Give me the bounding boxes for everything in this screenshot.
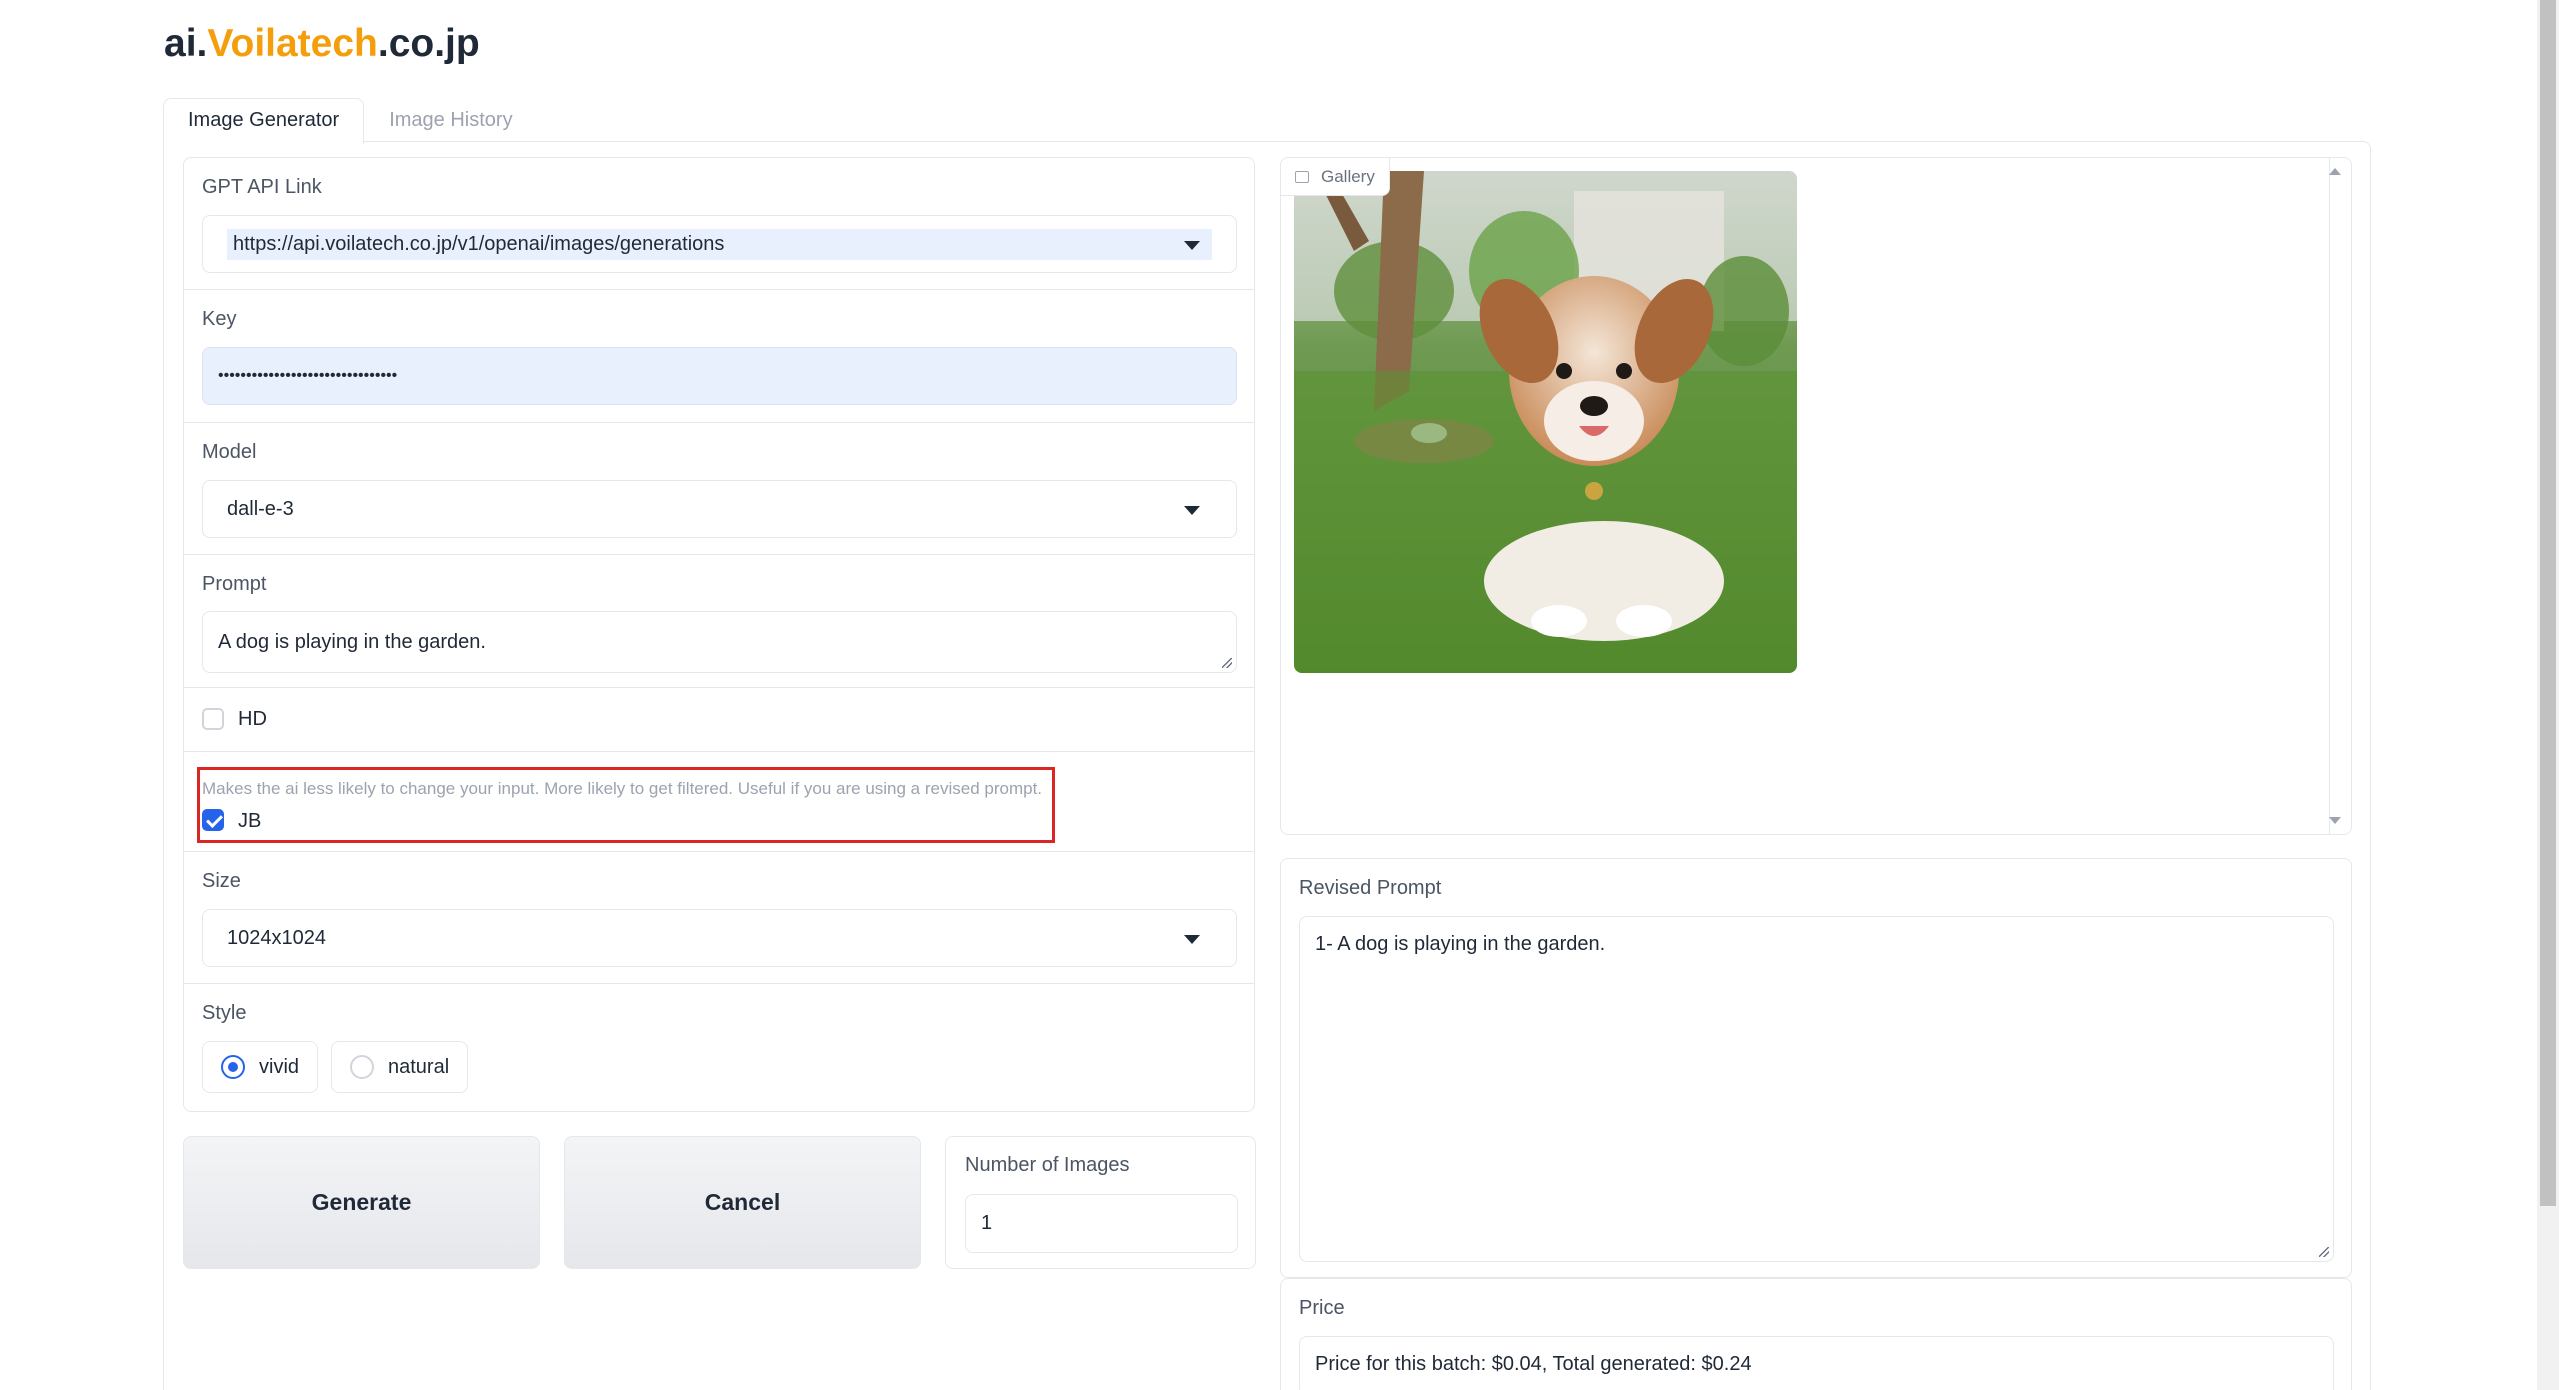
size-block: Size 1024x1024 — [184, 852, 1254, 984]
page-scrollbar[interactable] — [2537, 0, 2559, 1390]
logo-prefix: ai. — [164, 22, 208, 65]
hd-label: HD — [238, 708, 267, 730]
style-label: Style — [202, 1002, 247, 1024]
scroll-up-icon[interactable] — [2329, 168, 2341, 175]
api-link-value-wrap: https://api.voilatech.co.jp/v1/openai/im… — [227, 228, 1212, 260]
resize-grip-icon[interactable] — [1222, 658, 1232, 668]
tab-image-generator[interactable]: Image Generator — [163, 98, 365, 144]
size-value: 1024x1024 — [227, 926, 326, 949]
image-icon — [1295, 170, 1309, 183]
chevron-down-icon — [1184, 506, 1200, 515]
jb-highlight-box — [197, 767, 1055, 843]
price-textarea[interactable]: Price for this batch: $0.04, Total gener… — [1299, 1336, 2334, 1390]
api-link-label: GPT API Link — [202, 176, 322, 198]
prompt-value: A dog is playing in the garden. — [218, 630, 486, 653]
api-link-value: https://api.voilatech.co.jp/v1/openai/im… — [233, 232, 725, 255]
style-radio-natural[interactable]: natural — [331, 1041, 469, 1093]
model-block: Model dall-e-3 — [184, 423, 1254, 555]
tab-bar: Image Generator Image History — [163, 98, 538, 144]
prompt-block: Prompt A dog is playing in the garden. — [184, 555, 1254, 688]
api-link-select[interactable]: https://api.voilatech.co.jp/v1/openai/im… — [202, 215, 1237, 273]
style-option-label: natural — [388, 1055, 450, 1078]
model-value: dall-e-3 — [227, 497, 294, 520]
prompt-textarea[interactable]: A dog is playing in the garden. — [202, 611, 1237, 673]
key-label: Key — [202, 308, 237, 330]
logo-brand: Voilatech — [207, 22, 378, 65]
num-images-label: Number of Images — [965, 1154, 1130, 1176]
style-block: Style vivid natural — [184, 984, 1254, 1113]
prompt-label: Prompt — [202, 573, 267, 595]
num-images-input[interactable]: 1 — [965, 1194, 1238, 1253]
chevron-down-icon — [1184, 935, 1200, 944]
hd-block: HD — [184, 688, 1254, 752]
gallery-label: Gallery — [1321, 166, 1375, 186]
style-radio-vivid[interactable]: vivid — [202, 1041, 319, 1093]
generate-button[interactable]: Generate — [183, 1136, 540, 1269]
radio-unselected-icon — [350, 1055, 374, 1079]
radio-selected-icon — [221, 1055, 245, 1079]
tab-image-history[interactable]: Image History — [364, 98, 537, 144]
api-link-block: GPT API Link https://api.voilatech.co.jp… — [184, 158, 1254, 290]
revised-prompt-value: 1- A dog is playing in the garden. — [1315, 933, 1606, 955]
num-images-block: Number of Images 1 — [945, 1136, 1256, 1269]
site-logo: ai.Voilatech.co.jp — [164, 22, 480, 66]
model-label: Model — [202, 441, 257, 463]
app-page: ai.Voilatech.co.jp Image Generator Image… — [0, 0, 2559, 1390]
key-input[interactable]: •••••••••••••••••••••••••••••••• — [202, 347, 1237, 405]
resize-grip-icon[interactable] — [2319, 1247, 2329, 1257]
gallery-panel: Gallery — [1280, 157, 2352, 835]
hd-checkbox[interactable] — [202, 708, 224, 730]
size-select[interactable]: 1024x1024 — [202, 909, 1237, 967]
style-option-label: vivid — [259, 1055, 300, 1078]
logo-suffix: .co.jp — [377, 22, 480, 65]
gallery-image[interactable] — [1294, 171, 1797, 673]
revised-prompt-label: Revised Prompt — [1299, 877, 1442, 899]
puppy-image — [1294, 171, 1797, 673]
cancel-button[interactable]: Cancel — [564, 1136, 921, 1269]
size-label: Size — [202, 870, 241, 892]
model-select[interactable]: dall-e-3 — [202, 480, 1237, 538]
page-scrollbar-thumb[interactable] — [2540, 0, 2556, 1206]
settings-panel: GPT API Link https://api.voilatech.co.jp… — [183, 157, 1255, 1112]
chevron-down-icon — [1184, 241, 1200, 250]
gallery-tag: Gallery — [1281, 158, 1390, 196]
price-value: Price for this batch: $0.04, Total gener… — [1315, 1353, 1752, 1375]
price-block: Price Price for this batch: $0.04, Total… — [1280, 1278, 2352, 1390]
output-panel: Revised Prompt 1- A dog is playing in th… — [1280, 858, 2352, 1278]
revised-prompt-textarea[interactable]: 1- A dog is playing in the garden. — [1299, 916, 2334, 1262]
gallery-scroll-track[interactable] — [2329, 158, 2330, 834]
key-block: Key •••••••••••••••••••••••••••••••• — [184, 290, 1254, 423]
scroll-down-icon[interactable] — [2329, 817, 2341, 824]
price-label: Price — [1299, 1297, 1345, 1319]
